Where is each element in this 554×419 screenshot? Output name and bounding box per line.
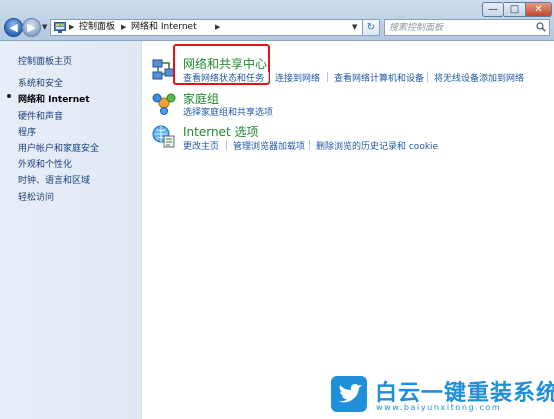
breadcrumb-separator[interactable]: ▶ bbox=[69, 20, 74, 35]
search-icon[interactable] bbox=[536, 22, 546, 32]
maximize-icon: □ bbox=[509, 4, 520, 15]
watermark: 白云一键重装系统 www.baiyunxitong.com bbox=[330, 375, 554, 413]
task-delete-browsing-history[interactable]: 删除浏览的历史记录和 cookie bbox=[316, 139, 438, 152]
category-title-internet-options[interactable]: Internet 选项 bbox=[183, 123, 258, 140]
task-add-wireless-device[interactable]: 将无线设备添加到网络 bbox=[434, 71, 524, 84]
sidebar-item-programs[interactable]: 程序 bbox=[18, 125, 36, 138]
active-bullet bbox=[7, 94, 11, 98]
category-title-network-sharing-center[interactable]: 网络和共享中心 bbox=[183, 55, 267, 72]
task-divider bbox=[427, 72, 428, 82]
task-connect-to-network[interactable]: 连接到网络 bbox=[275, 71, 320, 84]
control-panel-icon bbox=[54, 22, 66, 33]
close-icon: ✕ bbox=[534, 4, 543, 15]
minimize-icon: — bbox=[488, 4, 498, 15]
task-manage-addons[interactable]: 管理浏览器加载项 bbox=[233, 139, 305, 152]
address-bar[interactable]: ▶ 控制面板 ▶ 网络和 Internet ▶ bbox=[50, 19, 378, 36]
task-divider bbox=[268, 72, 269, 82]
internet-options-icon[interactable] bbox=[152, 124, 176, 148]
forward-arrow-icon: ▶ bbox=[27, 21, 36, 34]
task-view-network-computers[interactable]: 查看网络计算机和设备 bbox=[334, 71, 424, 84]
sidebar-item-clock-language-region[interactable]: 时钟、语言和区域 bbox=[18, 173, 90, 186]
task-view-network-status[interactable]: 查看网络状态和任务 bbox=[183, 71, 264, 84]
minimize-button[interactable]: — bbox=[482, 2, 504, 17]
sidebar: 控制面板主页 系统和安全 网络和 Internet 硬件和声音 程序 用户帐户和… bbox=[0, 41, 142, 419]
refresh-icon: ↻ bbox=[366, 22, 376, 33]
sidebar-item-system-security[interactable]: 系统和安全 bbox=[18, 76, 63, 89]
sidebar-item-network-internet[interactable]: 网络和 Internet bbox=[18, 92, 90, 105]
sidebar-item-ease-of-access[interactable]: 轻松访问 bbox=[18, 190, 54, 203]
watermark-url: www.baiyunxitong.com bbox=[376, 403, 502, 412]
breadcrumb-control-panel[interactable]: 控制面板 bbox=[79, 20, 115, 35]
maximize-button[interactable]: □ bbox=[504, 2, 526, 17]
sidebar-item-user-accounts[interactable]: 用户帐户和家庭安全 bbox=[18, 141, 99, 154]
homegroup-icon[interactable] bbox=[152, 91, 176, 115]
sidebar-item-control-panel-home[interactable]: 控制面板主页 bbox=[18, 54, 72, 67]
title-bar: — □ ✕ ◀ ▶ ▼ ▶ 控制面板 ▶ 网络和 Internet ▶ ▼ ↻ bbox=[0, 0, 554, 41]
search-input[interactable] bbox=[385, 20, 529, 35]
task-homegroup-sharing-options[interactable]: 选择家庭组和共享选项 bbox=[183, 105, 273, 118]
task-divider bbox=[327, 72, 328, 82]
forward-button[interactable]: ▶ bbox=[22, 18, 41, 37]
refresh-button[interactable]: ↻ bbox=[362, 19, 380, 36]
twitter-bird-icon bbox=[331, 376, 367, 412]
back-button[interactable]: ◀ bbox=[4, 18, 23, 37]
back-arrow-icon: ◀ bbox=[9, 21, 18, 34]
task-divider bbox=[226, 140, 227, 150]
control-panel-window: — □ ✕ ◀ ▶ ▼ ▶ 控制面板 ▶ 网络和 Internet ▶ ▼ ↻ bbox=[0, 0, 554, 419]
breadcrumb-network-internet[interactable]: 网络和 Internet bbox=[131, 20, 197, 35]
address-dropdown-icon[interactable]: ▼ bbox=[352, 23, 357, 31]
sidebar-item-appearance[interactable]: 外观和个性化 bbox=[18, 157, 72, 170]
task-change-homepage[interactable]: 更改主页 bbox=[183, 139, 219, 152]
task-divider bbox=[309, 140, 310, 150]
sidebar-item-hardware-sound[interactable]: 硬件和声音 bbox=[18, 109, 63, 122]
recent-pages-dropdown-icon[interactable]: ▼ bbox=[42, 23, 47, 31]
breadcrumb-separator[interactable]: ▶ bbox=[121, 20, 126, 35]
search-box[interactable] bbox=[384, 19, 550, 36]
breadcrumb-separator[interactable]: ▶ bbox=[215, 20, 220, 35]
close-button[interactable]: ✕ bbox=[526, 2, 552, 17]
